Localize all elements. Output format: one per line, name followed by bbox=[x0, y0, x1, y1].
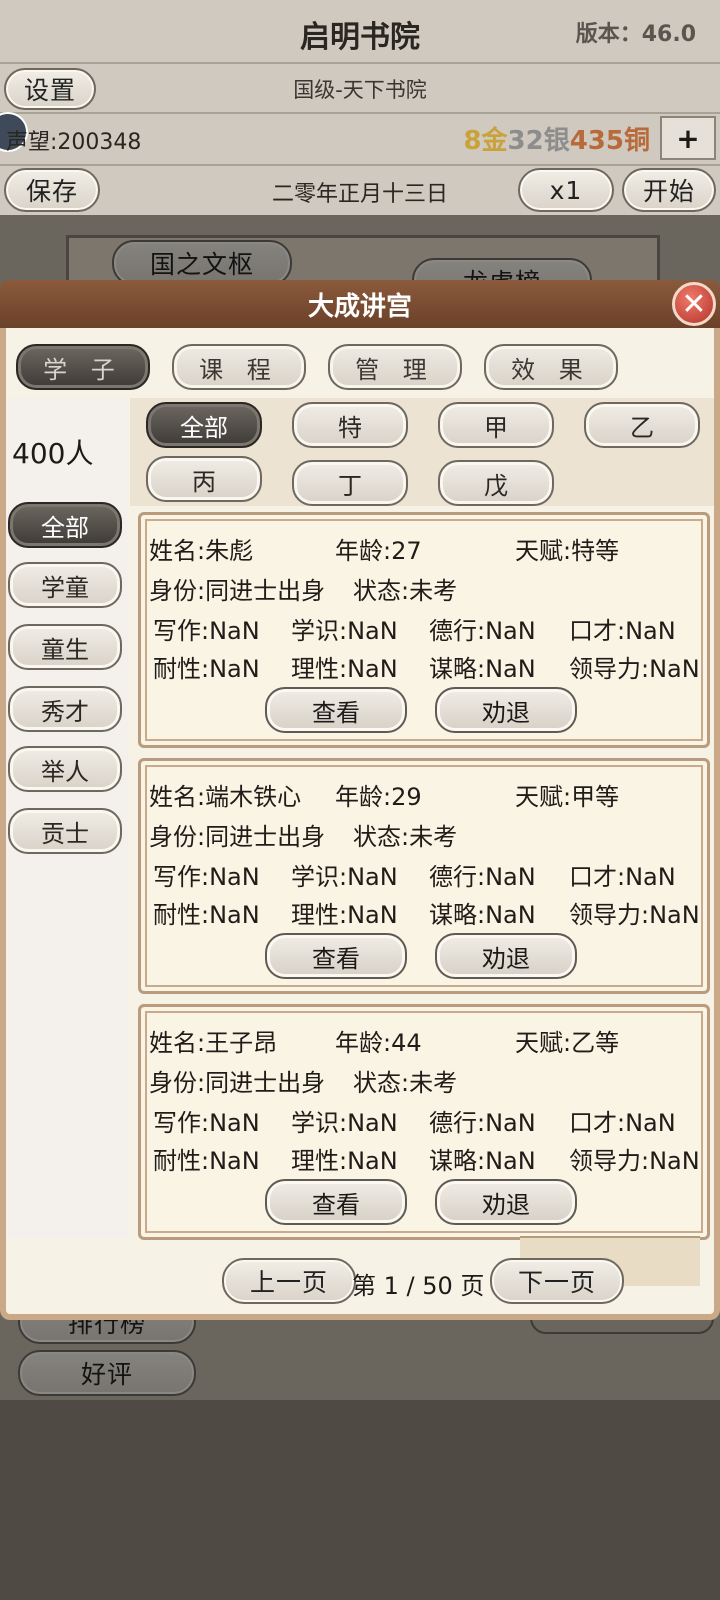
tier-all[interactable]: 全部 bbox=[146, 402, 262, 448]
dismiss-button[interactable]: 劝退 bbox=[435, 1179, 577, 1225]
version-label: 版本：46.0 bbox=[575, 22, 696, 47]
stat-virtue: 德行:NaN bbox=[429, 863, 536, 891]
close-icon[interactable]: ✕ bbox=[672, 282, 716, 326]
student-count: 400人 bbox=[12, 437, 94, 470]
currency-display: 8金32银435铜 bbox=[463, 120, 650, 157]
academy-rank: 国级-天下书院 bbox=[293, 78, 427, 102]
dialog-title: 大成讲宫 bbox=[0, 280, 720, 328]
view-button[interactable]: 查看 bbox=[265, 1179, 407, 1225]
stat-reason: 理性:NaN bbox=[291, 655, 398, 683]
title-bar: 启明书院 版本：46.0 bbox=[0, 0, 720, 62]
stat-patience: 耐性:NaN bbox=[153, 655, 260, 683]
review-button[interactable]: 好评 bbox=[18, 1350, 196, 1396]
tab-students[interactable]: 学 子 bbox=[16, 344, 150, 390]
gold-amount: 8金 bbox=[463, 126, 508, 156]
student-talent: 天赋:特等 bbox=[515, 537, 620, 565]
stat-writing: 写作:NaN bbox=[153, 1109, 260, 1137]
silver-amount: 32银 bbox=[507, 126, 570, 156]
student-age: 年龄:27 bbox=[335, 537, 422, 565]
student-age: 年龄:44 bbox=[335, 1029, 422, 1057]
stat-reason: 理性:NaN bbox=[291, 901, 398, 929]
tier-bing[interactable]: 丙 bbox=[146, 456, 262, 502]
stat-patience: 耐性:NaN bbox=[153, 901, 260, 929]
category-xiucai[interactable]: 秀才 bbox=[8, 686, 122, 732]
student-name: 姓名:王子昂 bbox=[149, 1029, 278, 1057]
tier-wu[interactable]: 戊 bbox=[438, 460, 554, 506]
tier-jia[interactable]: 甲 bbox=[438, 402, 554, 448]
stat-virtue: 德行:NaN bbox=[429, 617, 536, 645]
stat-writing: 写作:NaN bbox=[153, 863, 260, 891]
student-card: 姓名:朱彪 年龄:27 天赋:特等 身份:同进士出身 状态:未考 写作:NaN … bbox=[138, 512, 710, 748]
stat-reason: 理性:NaN bbox=[291, 1147, 398, 1175]
stat-writing: 写作:NaN bbox=[153, 617, 260, 645]
add-currency-button[interactable]: + bbox=[660, 116, 716, 160]
start-button[interactable]: 开始 bbox=[622, 168, 716, 212]
tab-management[interactable]: 管 理 bbox=[328, 344, 462, 390]
student-identity: 身份:同进士出身 bbox=[149, 823, 326, 851]
stat-knowledge: 学识:NaN bbox=[291, 1109, 398, 1137]
tab-effects[interactable]: 效 果 bbox=[484, 344, 618, 390]
stat-leadership: 领导力:NaN bbox=[569, 655, 700, 683]
student-talent: 天赋:乙等 bbox=[515, 1029, 620, 1057]
category-xuetong[interactable]: 学童 bbox=[8, 562, 122, 608]
student-name: 姓名:端木铁心 bbox=[149, 783, 302, 811]
category-tongsheng[interactable]: 童生 bbox=[8, 624, 122, 670]
tier-yi[interactable]: 乙 bbox=[584, 402, 700, 448]
stat-eloquence: 口才:NaN bbox=[569, 617, 676, 645]
student-identity: 身份:同进士出身 bbox=[149, 577, 326, 605]
student-identity: 身份:同进士出身 bbox=[149, 1069, 326, 1097]
view-button[interactable]: 查看 bbox=[265, 687, 407, 733]
stat-eloquence: 口才:NaN bbox=[569, 1109, 676, 1137]
dismiss-button[interactable]: 劝退 bbox=[435, 687, 577, 733]
stat-strategy: 谋略:NaN bbox=[429, 655, 536, 683]
view-button[interactable]: 查看 bbox=[265, 933, 407, 979]
page-indicator: 第 1 / 50 页 bbox=[352, 1272, 485, 1300]
stat-knowledge: 学识:NaN bbox=[291, 863, 398, 891]
tab-courses[interactable]: 课 程 bbox=[172, 344, 306, 390]
copper-amount: 435铜 bbox=[569, 126, 650, 156]
prestige-label: 声望:200348 bbox=[6, 130, 142, 155]
tier-ding[interactable]: 丁 bbox=[292, 460, 408, 506]
stat-leadership: 领导力:NaN bbox=[569, 1147, 700, 1175]
stat-virtue: 德行:NaN bbox=[429, 1109, 536, 1137]
student-age: 年龄:29 bbox=[335, 783, 422, 811]
student-name: 姓名:朱彪 bbox=[149, 537, 254, 565]
student-status: 状态:未考 bbox=[353, 577, 458, 605]
stat-strategy: 谋略:NaN bbox=[429, 901, 536, 929]
student-status: 状态:未考 bbox=[353, 823, 458, 851]
dismiss-button[interactable]: 劝退 bbox=[435, 933, 577, 979]
stat-patience: 耐性:NaN bbox=[153, 1147, 260, 1175]
student-status: 状态:未考 bbox=[353, 1069, 458, 1097]
student-card: 姓名:王子昂 年龄:44 天赋:乙等 身份:同进士出身 状态:未考 写作:NaN… bbox=[138, 1004, 710, 1240]
prev-page-button[interactable]: 上一页 bbox=[222, 1258, 356, 1304]
speed-button[interactable]: x1 bbox=[518, 168, 614, 212]
student-talent: 天赋:甲等 bbox=[515, 783, 620, 811]
stat-leadership: 领导力:NaN bbox=[569, 901, 700, 929]
category-all[interactable]: 全部 bbox=[8, 502, 122, 548]
category-gongshi[interactable]: 贡士 bbox=[8, 808, 122, 854]
stat-eloquence: 口才:NaN bbox=[569, 863, 676, 891]
student-card: 姓名:端木铁心 年龄:29 天赋:甲等 身份:同进士出身 状态:未考 写作:Na… bbox=[138, 758, 710, 994]
category-juren[interactable]: 举人 bbox=[8, 746, 122, 792]
tier-special[interactable]: 特 bbox=[292, 402, 408, 448]
stat-strategy: 谋略:NaN bbox=[429, 1147, 536, 1175]
top-header: 启明书院 版本：46.0 设置 国级-天下书院 声望:200348 8金32银4… bbox=[0, 0, 720, 215]
stat-knowledge: 学识:NaN bbox=[291, 617, 398, 645]
next-page-button[interactable]: 下一页 bbox=[490, 1258, 624, 1304]
